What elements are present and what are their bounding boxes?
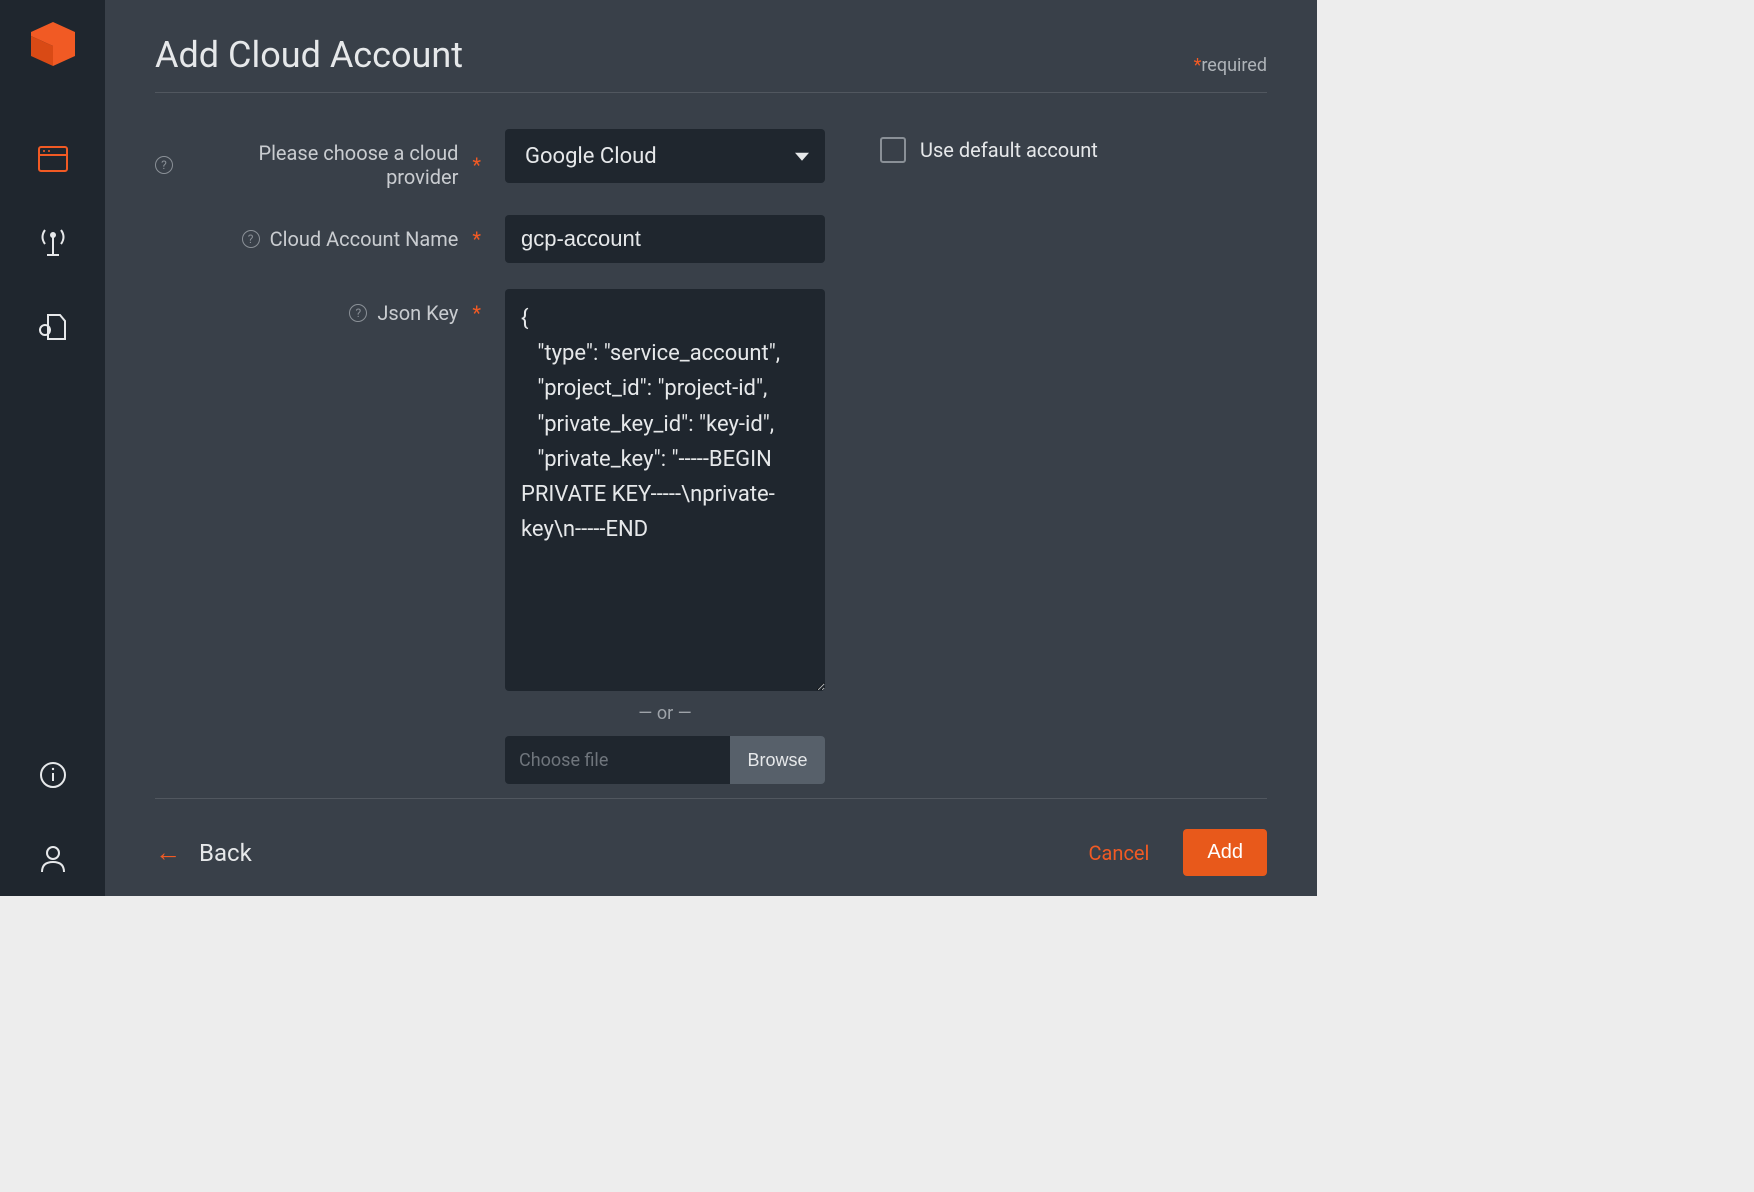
provider-select[interactable]: Google Cloud	[505, 129, 825, 183]
required-asterisk: *	[472, 301, 481, 325]
arrow-left-icon: ←	[155, 840, 181, 866]
nav-item-communications[interactable]	[36, 226, 70, 260]
chevron-down-icon	[795, 153, 809, 161]
json-key-textarea[interactable]	[505, 289, 825, 691]
required-asterisk: *	[472, 153, 481, 177]
back-button[interactable]: ← Back	[155, 839, 252, 867]
required-asterisk: *	[472, 227, 481, 251]
file-name-input[interactable]: Choose file	[505, 736, 730, 784]
label-account-name: Cloud Account Name	[270, 227, 459, 251]
help-icon[interactable]: ?	[155, 156, 173, 174]
help-icon[interactable]: ?	[242, 230, 260, 248]
info-icon[interactable]	[36, 758, 70, 792]
brand-logo	[27, 22, 79, 82]
nav-item-documents[interactable]	[36, 310, 70, 344]
or-divider: — or —	[505, 703, 825, 724]
add-button[interactable]: Add	[1183, 829, 1267, 876]
page-title: Add Cloud Account	[155, 34, 463, 76]
cancel-button[interactable]: Cancel	[1089, 841, 1150, 865]
label-provider: Please choose a cloud provider	[183, 141, 458, 189]
browse-button[interactable]: Browse	[730, 736, 825, 784]
help-icon[interactable]: ?	[349, 304, 367, 322]
use-default-checkbox[interactable]	[880, 137, 906, 163]
sidebar	[0, 0, 105, 896]
required-note: *required	[1190, 55, 1267, 76]
user-icon[interactable]	[36, 842, 70, 876]
label-json-key: Json Key	[377, 301, 458, 325]
account-name-input[interactable]	[505, 215, 825, 263]
use-default-label: Use default account	[920, 138, 1098, 162]
main-content: Add Cloud Account *required ? Please cho…	[105, 0, 1317, 896]
nav-item-applications[interactable]	[36, 142, 70, 176]
